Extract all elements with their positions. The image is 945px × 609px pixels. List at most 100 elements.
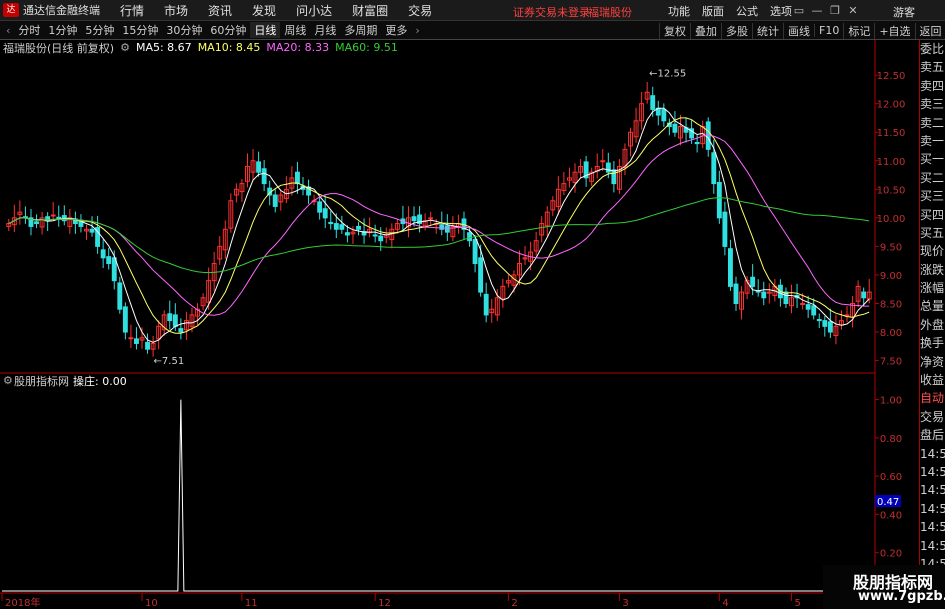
stock-title: 福瑞股份(日线 前复权) — [3, 41, 115, 55]
side-panel-item[interactable]: 买三 — [920, 187, 945, 205]
menu-wealth[interactable]: 财富圈 — [342, 2, 398, 19]
side-panel-item[interactable]: 卖二 — [920, 114, 945, 132]
period-15min[interactable]: 15分钟 — [118, 22, 162, 38]
back-button[interactable]: 返回 — [914, 22, 945, 39]
overlay-button[interactable]: 叠加 — [690, 22, 721, 39]
toolbar-left-arrow-icon[interactable]: ‹ — [2, 24, 14, 37]
chart-area[interactable]: 12.50 12.00 11.50 11.00 10.50 10.00 9.50 9.00 8.… — [0, 40, 919, 609]
user-guest[interactable]: 游客 — [893, 4, 915, 20]
price-tick-label: 12.00 — [877, 100, 906, 111]
period-monthly[interactable]: 月线 — [310, 22, 340, 38]
side-panel-item[interactable]: 卖四 — [920, 77, 945, 95]
side-panel-item[interactable]: 卖一 — [920, 132, 945, 150]
menu-function[interactable]: 功能 — [662, 3, 696, 19]
side-panel-item[interactable]: 14:5 — [920, 463, 945, 481]
side-panel-item[interactable]: 净资 — [920, 353, 945, 371]
candle-body — [145, 341, 151, 350]
side-panel-item[interactable]: 14:5 — [920, 481, 945, 499]
more-chevron-icon[interactable]: › — [411, 24, 423, 37]
close-icon[interactable]: ✕ — [844, 0, 862, 21]
candle-body — [317, 201, 323, 213]
period-multi[interactable]: 多周期 — [340, 22, 381, 38]
side-panel-item[interactable]: 14:5 — [920, 500, 945, 518]
candle-body — [333, 223, 339, 230]
sub-gear-icon[interactable]: ⚙ — [3, 374, 13, 387]
adjust-button[interactable]: 复权 — [659, 22, 690, 39]
side-panel-item[interactable]: 14:5 — [920, 537, 945, 555]
skin-icon[interactable]: ▭ — [790, 0, 808, 21]
ma20-label: MA20: 8.33 — [266, 41, 330, 54]
period-1min[interactable]: 1分钟 — [44, 22, 81, 38]
time-tick-label: 3 — [622, 598, 628, 609]
side-panel-item[interactable]: 卖三 — [920, 95, 945, 113]
candle-body — [117, 282, 123, 310]
minimize-icon[interactable]: — — [808, 0, 826, 21]
draw-line-button[interactable]: 画线 — [783, 22, 814, 39]
menu-news[interactable]: 资讯 — [198, 2, 242, 19]
period-daily[interactable]: 日线 — [250, 22, 281, 38]
menu-layout[interactable]: 版面 — [696, 3, 730, 19]
period-30min[interactable]: 30分钟 — [162, 22, 206, 38]
side-panel-item[interactable]: 自动 — [920, 389, 945, 407]
high-price-annotation: ←12.55 — [649, 68, 686, 79]
side-panel-item[interactable]: 买二 — [920, 169, 945, 187]
time-tick-label: 10 — [145, 598, 158, 609]
period-intraday[interactable]: 分时 — [14, 22, 44, 38]
menu-quotes[interactable]: 行情 — [110, 2, 154, 19]
candle-body — [356, 225, 361, 230]
candle-body — [411, 216, 417, 222]
side-panel-item[interactable]: 14:5 — [920, 445, 945, 463]
side-panel-item[interactable]: 涨跌 — [920, 261, 945, 279]
menu-trade[interactable]: 交易 — [398, 2, 442, 19]
side-panel-item[interactable]: 买五 — [920, 224, 945, 242]
price-tick-label: 10.00 — [877, 214, 906, 225]
sub-tick-label: 0.60 — [880, 472, 902, 483]
add-watchlist-button[interactable]: +自选 — [874, 22, 914, 39]
side-panel-item[interactable]: 涨幅 — [920, 279, 945, 297]
multi-stock-button[interactable]: 多股 — [721, 22, 752, 39]
gear-icon[interactable]: ⚙ — [120, 41, 130, 54]
candle-body — [650, 95, 656, 110]
restore-icon[interactable]: ❐ — [826, 0, 844, 21]
candle-body — [727, 248, 733, 287]
f10-button[interactable]: F10 — [814, 24, 843, 37]
time-tick-label: 11 — [245, 598, 258, 609]
candle-body — [800, 302, 806, 305]
candle-body — [672, 123, 678, 133]
period-5min[interactable]: 5分钟 — [81, 22, 118, 38]
mark-button[interactable]: 标记 — [843, 22, 874, 39]
price-tick-label: 11.50 — [877, 128, 906, 139]
candle-body — [816, 318, 822, 322]
candle-body — [134, 338, 139, 344]
side-panel-item[interactable]: 现价 — [920, 242, 945, 260]
stats-button[interactable]: 统计 — [752, 22, 783, 39]
current-stock-label: 福瑞股份 — [588, 6, 632, 19]
period-weekly[interactable]: 周线 — [280, 22, 310, 38]
candle-body — [172, 314, 178, 327]
period-60min[interactable]: 60分钟 — [206, 22, 250, 38]
side-panel-item[interactable]: 委比 — [920, 40, 945, 58]
side-panel-item[interactable]: 总量 — [920, 297, 945, 315]
side-panel-item[interactable]: 换手 — [920, 334, 945, 352]
side-panel-item[interactable]: 买一 — [920, 150, 945, 168]
candle-body — [750, 276, 756, 287]
candle-body — [439, 224, 445, 230]
login-status[interactable]: 证券交易未登录 — [513, 4, 590, 20]
side-panel-item[interactable]: 买四 — [920, 206, 945, 224]
menu-formula[interactable]: 公式 — [730, 3, 764, 19]
sub-tick-label: 0.40 — [880, 510, 902, 521]
sub-tick-label: 1.00 — [880, 396, 902, 407]
side-panel-item[interactable]: 交易 — [920, 408, 945, 426]
candle-body — [122, 306, 128, 333]
menu-market[interactable]: 市场 — [154, 2, 198, 19]
side-panel-item[interactable]: 14:5 — [920, 518, 945, 536]
period-more[interactable]: 更多 — [381, 22, 411, 38]
side-panel-item[interactable]: 收益 — [920, 371, 945, 389]
menu-discover[interactable]: 发现 — [242, 2, 286, 19]
side-panel-item[interactable]: 盘后 — [920, 426, 945, 444]
side-panel-item[interactable]: 外盘 — [920, 316, 945, 334]
menu-ask[interactable]: 问小达 — [286, 2, 342, 19]
side-panel-item[interactable]: 卖五 — [920, 58, 945, 76]
candle-body — [761, 291, 767, 299]
time-tick-label: 12 — [378, 598, 391, 609]
